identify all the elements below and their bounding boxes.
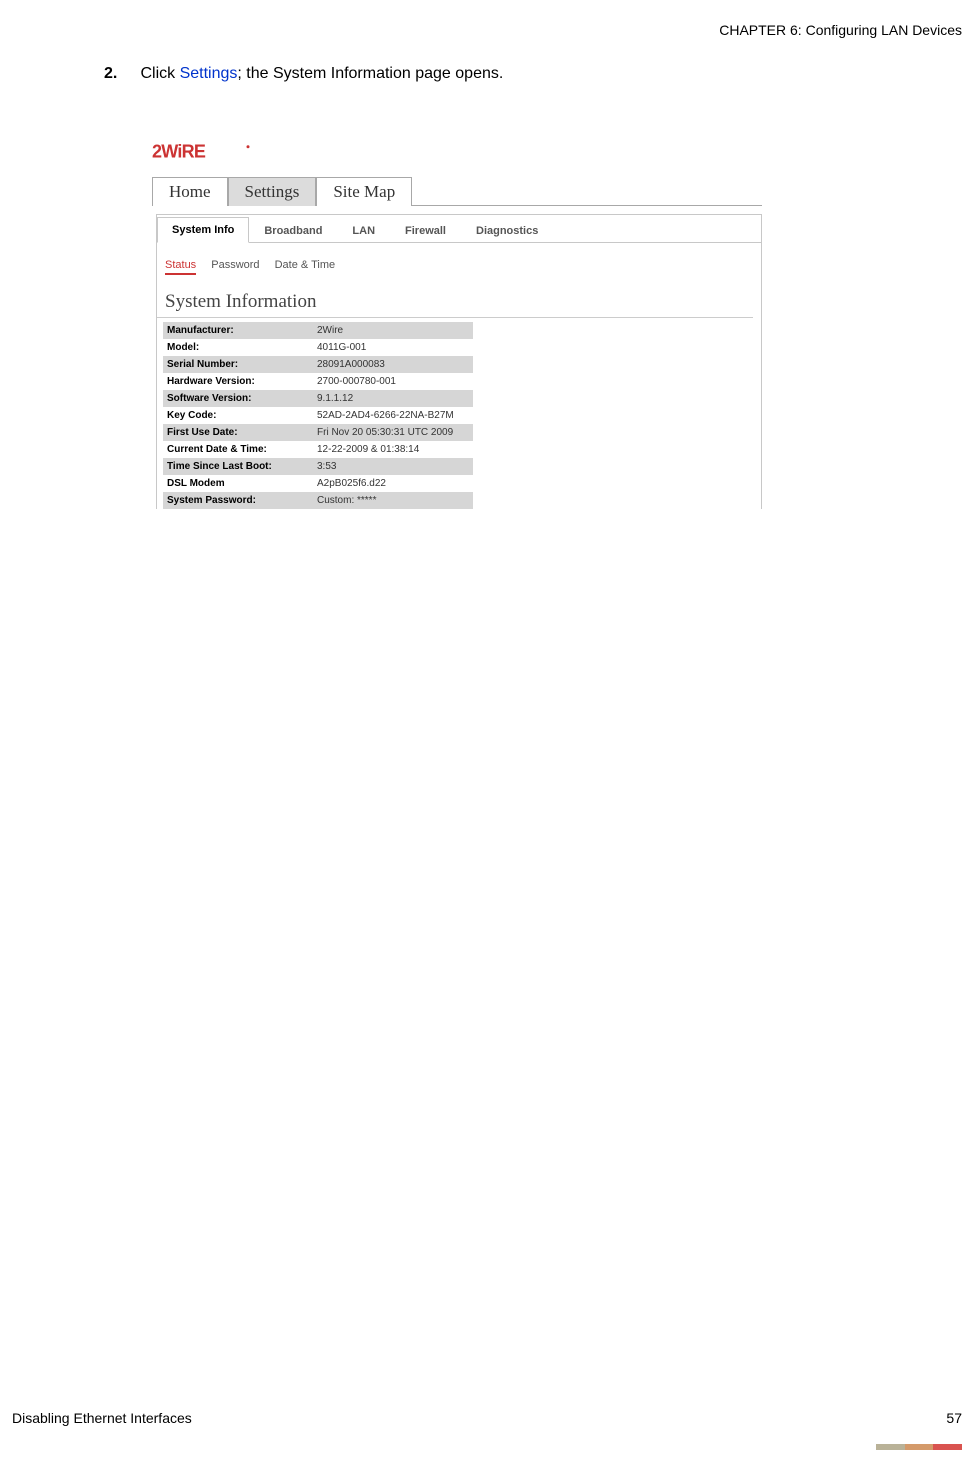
step-post: ; the System Information page opens. [237,65,503,82]
row-label: Hardware Version: [163,373,313,390]
row-value: 4011G-001 [313,339,473,356]
table-row: Serial Number:28091A000083 [163,356,473,373]
footer-section-title: Disabling Ethernet Interfaces [12,1410,192,1426]
row-label: Time Since Last Boot: [163,458,313,475]
chapter-header: CHAPTER 6: Configuring LAN Devices [719,22,962,38]
table-row: Key Code:52AD-2AD4-6266-22NA-B27M [163,407,473,424]
row-value: 3:53 [313,458,473,475]
page-number: 57 [946,1410,962,1426]
row-value: Fri Nov 20 05:30:31 UTC 2009 [313,424,473,441]
row-label: Manufacturer: [163,322,313,339]
row-label: Key Code: [163,407,313,424]
row-value: 2700-000780-001 [313,373,473,390]
table-row: First Use Date:Fri Nov 20 05:30:31 UTC 2… [163,424,473,441]
row-value: 52AD-2AD4-6266-22NA-B27M [313,407,473,424]
screenshot-figure: 2WiRE Home Settings Site Map System Info… [148,130,762,590]
table-row: Software Version:9.1.1.12 [163,390,473,407]
subtab-lan[interactable]: LAN [337,218,390,243]
subtab-firewall[interactable]: Firewall [390,218,461,243]
table-row: Time Since Last Boot:3:53 [163,458,473,475]
tertiary-nav: Status Password Date & Time [157,243,761,277]
subtab-broadband[interactable]: Broadband [249,218,337,243]
nav-date-time[interactable]: Date & Time [275,259,336,271]
row-label: First Use Date: [163,424,313,441]
table-row: Current Date & Time:12-22-2009 & 01:38:1… [163,441,473,458]
table-row: Manufacturer:2Wire [163,322,473,339]
row-value: Custom: ***** [313,492,473,509]
table-row: Hardware Version:2700-000780-001 [163,373,473,390]
svg-text:2WiRE: 2WiRE [152,141,206,161]
row-label: DSL Modem [163,475,313,492]
tab-settings[interactable]: Settings [228,177,317,206]
row-value: A2pB025f6.d22 [313,475,473,492]
step-text: Click Settings; the System Information p… [140,65,503,82]
row-value: 28091A000083 [313,356,473,373]
secondary-tab-bar: System Info Broadband LAN Firewall Diagn… [157,215,761,243]
row-label: Software Version: [163,390,313,407]
row-label: System Password: [163,492,313,509]
row-label: Serial Number: [163,356,313,373]
settings-panel: System Info Broadband LAN Firewall Diagn… [156,214,762,509]
footer-color-bar [876,1444,962,1450]
row-label: Current Date & Time: [163,441,313,458]
subtab-diagnostics[interactable]: Diagnostics [461,218,553,243]
primary-tab-bar: Home Settings Site Map [152,176,762,206]
tab-home[interactable]: Home [152,177,228,206]
table-row: Model:4011G-001 [163,339,473,356]
row-label: Model: [163,339,313,356]
instruction-step: 2. Click Settings; the System Informatio… [104,65,934,83]
two-wire-logo: 2WiRE [152,138,762,170]
section-title: System Information [157,277,753,318]
subtab-system-info[interactable]: System Info [157,217,249,243]
row-value: 2Wire [313,322,473,339]
table-row: DSL ModemA2pB025f6.d22 [163,475,473,492]
settings-link[interactable]: Settings [180,65,238,82]
system-info-table: Manufacturer:2WireModel:4011G-001Serial … [163,322,473,509]
table-row: System Password:Custom: ***** [163,492,473,509]
row-value: 9.1.1.12 [313,390,473,407]
step-pre: Click [140,65,179,82]
tab-site-map[interactable]: Site Map [316,177,412,206]
row-value: 12-22-2009 & 01:38:14 [313,441,473,458]
nav-status[interactable]: Status [165,259,196,275]
nav-password[interactable]: Password [211,259,259,271]
step-number: 2. [104,65,136,83]
